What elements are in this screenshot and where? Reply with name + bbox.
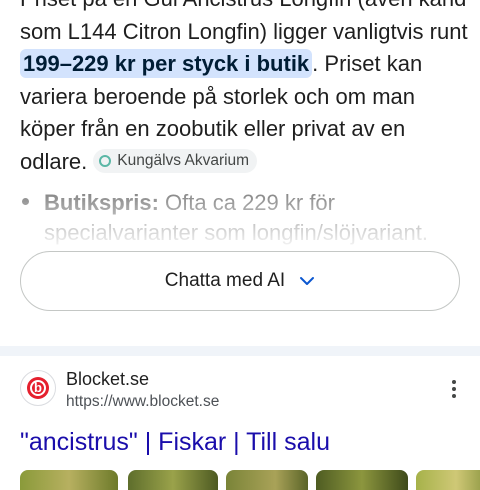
- result-title-link[interactable]: "ancistrus" | Fiskar | Till salu: [20, 428, 330, 457]
- thumbnail-2[interactable]: [128, 470, 218, 490]
- thumbnail-3[interactable]: [226, 470, 308, 490]
- ai-overview-card: Priset på en Gul Ancistrus Longfin (även…: [0, 0, 480, 346]
- section-divider: [0, 346, 480, 356]
- source-chip[interactable]: Kungälvs Akvarium: [93, 148, 258, 173]
- chat-with-ai-button[interactable]: Chatta med AI: [20, 251, 460, 311]
- overview-line-3-tail: . Priset kan: [312, 51, 423, 76]
- favicon-circle: b: [27, 377, 49, 399]
- bullet-value: Ofta ca 229 kr för: [158, 190, 335, 215]
- overview-line-3: 199–229 kr per styck i butik. Priset kan: [20, 48, 468, 81]
- source-chip-label: Kungälvs Akvarium: [117, 151, 250, 169]
- thumbnail-1[interactable]: [20, 470, 118, 490]
- search-result-blocket: b Blocket.se https://www.blocket.se "anc…: [0, 356, 480, 490]
- image-thumbnails: [20, 470, 480, 490]
- faded-bullet: Butikspris: Ofta ca 229 kr för specialva…: [22, 186, 472, 246]
- chat-with-ai-label: Chatta med AI: [164, 270, 286, 291]
- thumbnail-4[interactable]: [316, 470, 408, 490]
- bullet-text: Butikspris: Ofta ca 229 kr för specialva…: [44, 188, 472, 246]
- overview-line-1: Priset på en Gul Ancistrus Longfin (även…: [20, 0, 468, 16]
- blocket-favicon[interactable]: b: [20, 370, 56, 406]
- ai-overview-text: Priset på en Gul Ancistrus Longfin (även…: [20, 0, 468, 178]
- thumbnail-5[interactable]: [416, 470, 480, 490]
- more-options-icon[interactable]: [444, 376, 464, 402]
- source-logo-icon: [99, 154, 112, 167]
- bullet-label: Butikspris:: [44, 190, 159, 215]
- overview-line-6: odlare. Kungälvs Akvarium: [20, 146, 468, 179]
- result-url[interactable]: https://www.blocket.se: [66, 393, 219, 411]
- result-site-name[interactable]: Blocket.se: [66, 369, 149, 390]
- favicon-letter: b: [30, 380, 46, 396]
- overview-line-5: köper från en zoobutik eller privat av e…: [20, 116, 406, 141]
- overview-line-4: variera beroende på storlek och om man: [20, 83, 415, 109]
- overview-line-2: som L144 Citron Longfin) ligger vanligtv…: [20, 18, 468, 44]
- price-highlight: 199–229 kr per styck i butik: [20, 49, 313, 78]
- bullet-line-2: specialvarianter som longfin/slöjvariant…: [44, 220, 428, 245]
- chevron-down-icon: [299, 276, 315, 286]
- overview-line-6-text: odlare.: [20, 148, 88, 174]
- bullet-dot-icon: [22, 198, 29, 205]
